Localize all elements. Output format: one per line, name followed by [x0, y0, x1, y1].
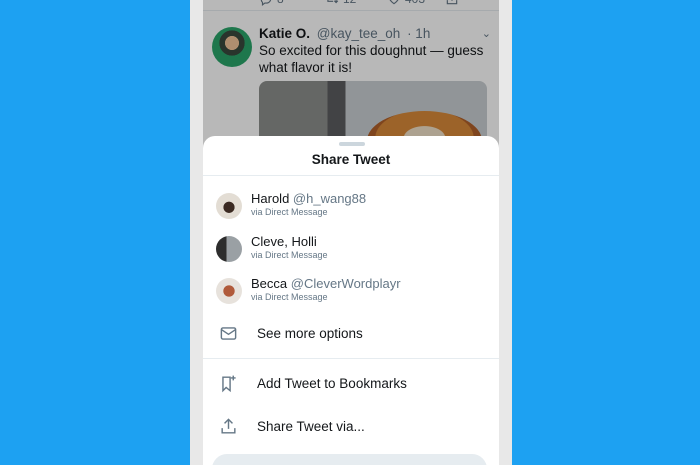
envelope-icon	[220, 326, 237, 340]
divider	[203, 358, 499, 359]
contact-name-line: Becca @CleverWordplayr	[251, 276, 401, 291]
contact-name-line: Harold @h_wang88	[251, 191, 366, 206]
share-via-label: Share Tweet via...	[257, 418, 365, 434]
avatar	[216, 278, 242, 304]
contact-row-cleve-holli[interactable]: Cleve, Holli via Direct Message	[216, 234, 496, 264]
divider	[203, 175, 499, 176]
avatar	[216, 236, 242, 262]
contact-name: Cleve, Holli	[251, 234, 317, 249]
add-bookmark-label: Add Tweet to Bookmarks	[257, 375, 407, 391]
see-more-options-button[interactable]: See more options	[219, 322, 489, 344]
contact-via: via Direct Message	[251, 250, 328, 260]
contact-name: Harold	[251, 191, 290, 206]
contact-row-harold[interactable]: Harold @h_wang88 via Direct Message	[216, 191, 496, 221]
bookmark-add-icon	[222, 375, 236, 392]
cancel-button[interactable]	[212, 454, 487, 465]
share-upload-icon	[221, 417, 236, 434]
contact-name: Becca	[251, 276, 288, 291]
share-sheet: Share Tweet Harold @h_wang88 via Direct …	[203, 136, 499, 465]
contact-via: via Direct Message	[251, 207, 328, 217]
sheet-title: Share Tweet	[311, 152, 391, 167]
contact-via: via Direct Message	[251, 292, 328, 302]
phone-frame: 8 12 403 Katie O. @kay_tee_oh	[190, 0, 512, 465]
app-screen: 8 12 403 Katie O. @kay_tee_oh	[203, 0, 499, 465]
avatar	[216, 193, 242, 219]
contact-name-line: Cleve, Holli	[251, 234, 317, 249]
sheet-grabber[interactable]	[339, 142, 365, 146]
contact-row-becca[interactable]: Becca @CleverWordplayr via Direct Messag…	[216, 276, 496, 306]
see-more-label: See more options	[257, 325, 363, 341]
share-tweet-via-button[interactable]: Share Tweet via...	[219, 415, 489, 437]
contact-handle: @h_wang88	[292, 191, 367, 206]
contact-handle: @CleverWordplayr	[290, 276, 401, 291]
add-bookmark-button[interactable]: Add Tweet to Bookmarks	[219, 372, 489, 394]
